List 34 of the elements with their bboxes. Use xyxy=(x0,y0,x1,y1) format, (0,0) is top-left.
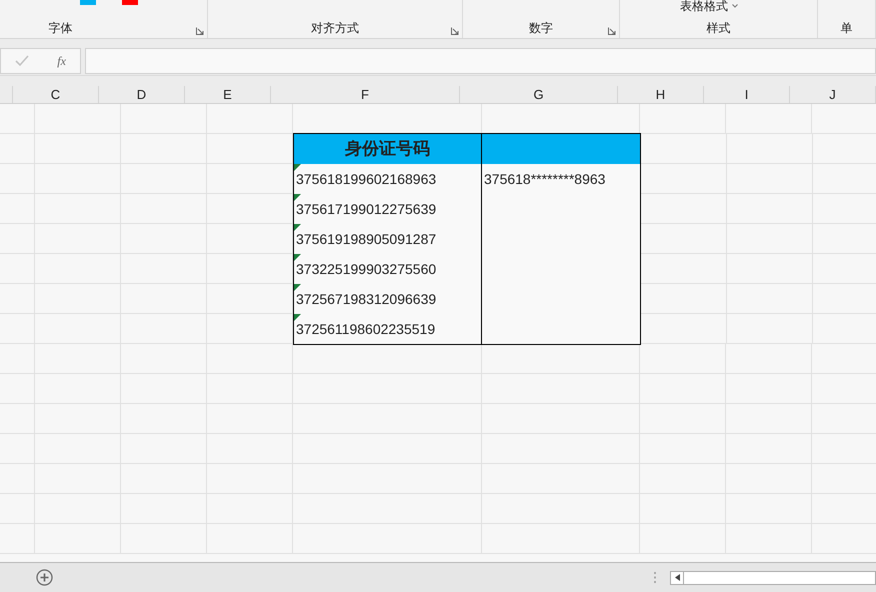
font-color-icon[interactable] xyxy=(122,0,138,5)
formula-input[interactable] xyxy=(85,48,876,74)
check-icon[interactable] xyxy=(15,55,30,67)
column-header[interactable]: C xyxy=(13,86,99,103)
group-label: 数字 xyxy=(529,21,553,35)
column-header[interactable]: G xyxy=(460,86,618,103)
table-cell: 373225199903275560 xyxy=(293,254,482,285)
caret-icon xyxy=(732,4,738,8)
column-header[interactable]: E xyxy=(185,86,271,103)
column-header[interactable]: I xyxy=(704,86,790,103)
group-label: 样式 xyxy=(706,21,730,35)
scroll-left-icon[interactable] xyxy=(674,574,680,581)
fill-color-icon[interactable] xyxy=(80,0,96,5)
insert-function-button[interactable]: fx xyxy=(57,52,66,70)
column-header[interactable]: F xyxy=(271,86,460,103)
group-label: 字体 xyxy=(48,21,72,35)
table-format-button[interactable]: 表格格式 xyxy=(680,0,738,12)
group-label: 对齐方式 xyxy=(311,21,359,35)
table-cell: 375618********8963 xyxy=(482,164,641,195)
header-cell: 身份证号码 xyxy=(293,133,482,165)
table-cell: 375617199012275639 xyxy=(293,194,482,225)
dialog-launcher-icon[interactable] xyxy=(451,27,459,35)
column-header[interactable]: H xyxy=(618,86,704,103)
table-cell: 375618199602168963 xyxy=(293,164,482,195)
column-header[interactable]: J xyxy=(790,86,876,103)
table-cell: 372567198312096639 xyxy=(293,284,482,315)
table-cell: 372561198602235519 xyxy=(293,314,482,345)
horizontal-scrollbar[interactable] xyxy=(670,570,876,584)
column-header[interactable]: D xyxy=(99,86,185,103)
add-sheet-icon[interactable] xyxy=(36,569,53,586)
table-cell: 375619198905091287 xyxy=(293,224,482,255)
dialog-launcher-icon[interactable] xyxy=(196,27,204,35)
dialog-launcher-icon[interactable] xyxy=(608,27,616,35)
group-label: 单 xyxy=(840,21,852,35)
